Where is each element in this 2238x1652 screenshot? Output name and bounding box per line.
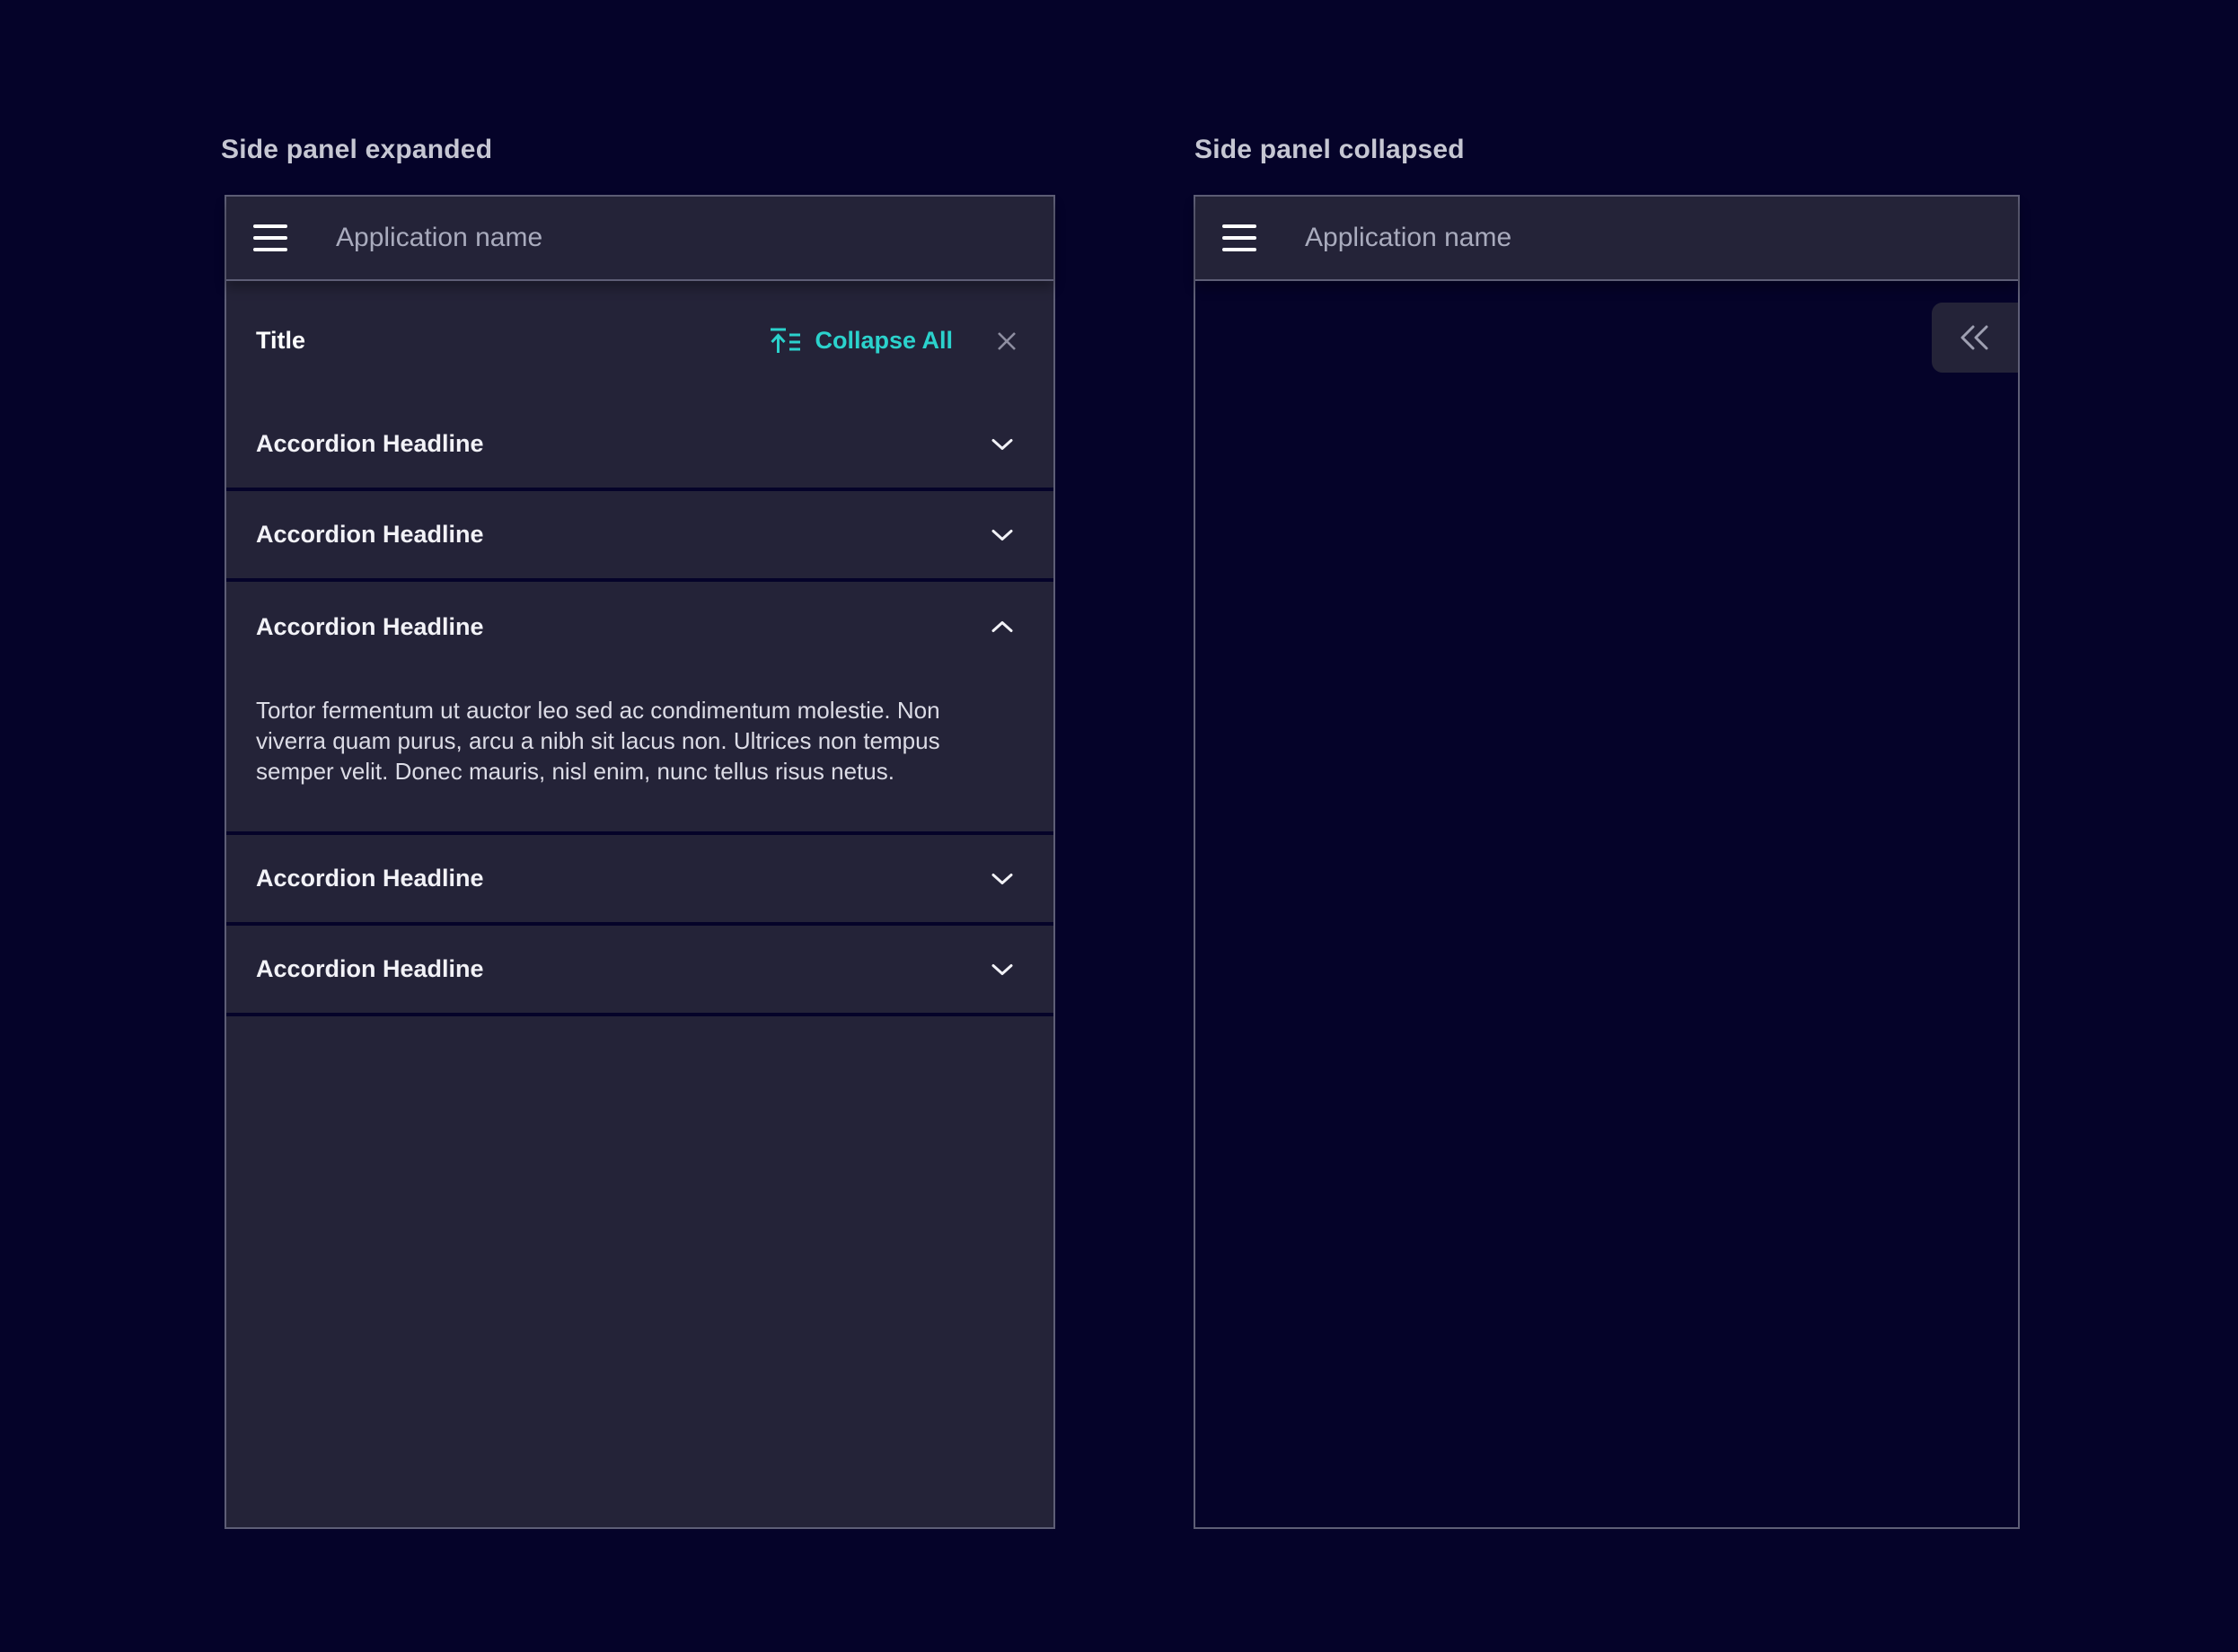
- accordion-headline: Accordion Headline: [256, 955, 484, 983]
- accordion-headline: Accordion Headline: [256, 430, 484, 458]
- pattern-demo-canvas: Side panel expanded Side panel collapsed…: [0, 0, 2238, 1652]
- chevron-down-icon: [991, 963, 1014, 976]
- hamburger-icon: [1222, 224, 1256, 228]
- hamburger-icon: [1222, 248, 1256, 251]
- collapse-all-label: Collapse All: [815, 327, 953, 355]
- hamburger-icon: [253, 224, 287, 228]
- collapse-all-icon: [768, 325, 802, 357]
- app-header: Application name: [1195, 197, 2018, 281]
- accordion-header[interactable]: Accordion Headline: [226, 582, 1053, 672]
- accordion-body-text: Tortor fermentum ut auctor leo sed ac co…: [226, 672, 1053, 831]
- chevron-down-icon: [991, 873, 1014, 885]
- hamburger-icon: [253, 236, 287, 240]
- application-name: Application name: [336, 223, 542, 253]
- close-panel-button[interactable]: [992, 327, 1021, 356]
- app-header: Application name: [226, 197, 1053, 281]
- accordion-item[interactable]: Accordion Headline: [226, 491, 1053, 582]
- accordion-headline: Accordion Headline: [256, 521, 484, 549]
- accordion-item[interactable]: Accordion Headline: [226, 835, 1053, 926]
- accordion-item-expanded: Accordion Headline Tortor fermentum ut a…: [226, 582, 1053, 835]
- expand-side-panel-button[interactable]: [1932, 303, 2018, 373]
- expanded-demo-label: Side panel expanded: [221, 135, 492, 165]
- accordion-item[interactable]: Accordion Headline: [226, 400, 1053, 491]
- chevron-down-icon: [991, 438, 1014, 451]
- chevron-down-icon: [991, 529, 1014, 541]
- collapsed-demo-label: Side panel collapsed: [1194, 135, 1465, 165]
- accordion-item[interactable]: Accordion Headline: [226, 926, 1053, 1016]
- accordion-headline: Accordion Headline: [256, 613, 484, 641]
- side-panel-title: Title: [256, 327, 768, 355]
- hamburger-icon: [253, 248, 287, 251]
- collapsed-panel: Application name: [1194, 195, 2020, 1529]
- side-panel-title-bar: Title Collapse All: [226, 281, 1053, 400]
- chevron-up-icon: [991, 620, 1014, 633]
- expanded-panel: Application name Title Collapse All: [225, 195, 1055, 1529]
- application-name: Application name: [1305, 223, 1511, 253]
- hamburger-menu-button[interactable]: [253, 224, 287, 251]
- hamburger-icon: [1222, 236, 1256, 240]
- collapse-all-button[interactable]: Collapse All: [768, 325, 953, 357]
- close-icon: [992, 327, 1021, 356]
- double-chevron-left-icon: [1956, 322, 1994, 353]
- accordion-headline: Accordion Headline: [256, 865, 484, 892]
- hamburger-menu-button[interactable]: [1222, 224, 1256, 251]
